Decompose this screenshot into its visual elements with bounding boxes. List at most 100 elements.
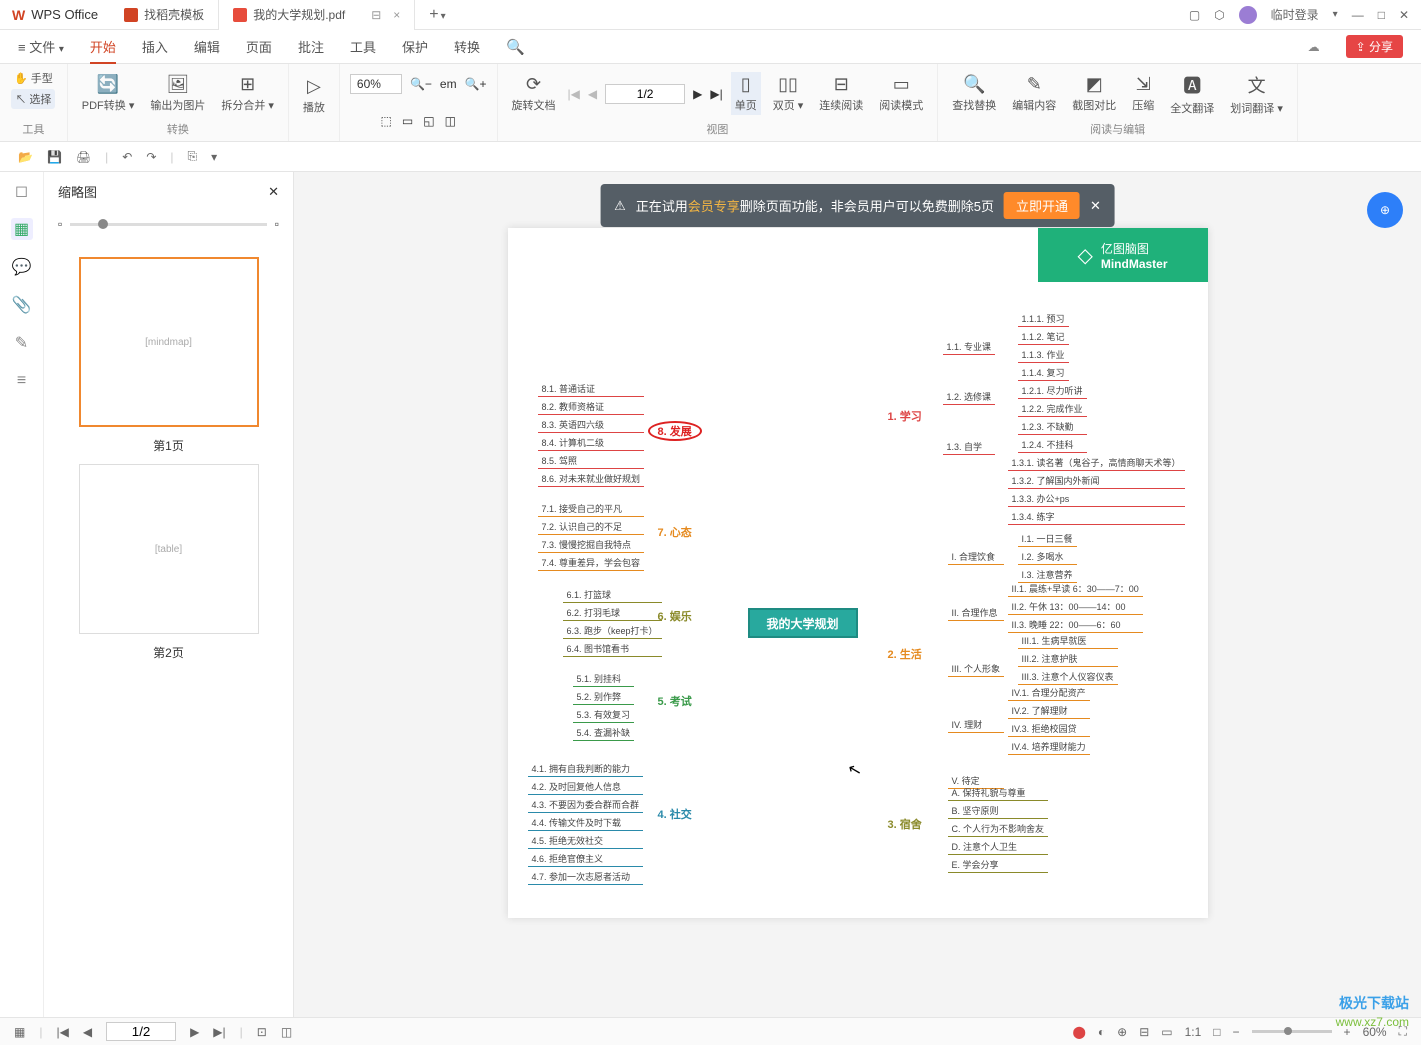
sb-tool4-icon[interactable]: ▭	[1161, 1025, 1172, 1039]
cloud-icon[interactable]: ☁	[1308, 40, 1320, 54]
next-page-icon[interactable]: ▶	[693, 87, 702, 101]
view4-icon[interactable]: ◫	[445, 114, 456, 128]
page-view: ◇ 亿图脑图MindMaster 我的大学规划 8. 发展 8.1. 普通话证 …	[508, 228, 1208, 918]
fit-page-icon[interactable]: ▭	[402, 114, 413, 128]
menu-tools[interactable]: 工具	[350, 37, 376, 56]
comments-icon[interactable]: 💬	[11, 256, 33, 278]
rotate-doc[interactable]: ⟳旋转文档	[508, 72, 560, 115]
pdf-convert[interactable]: 🔄PDF转换 ▾	[78, 72, 139, 115]
save-icon[interactable]: 💾	[47, 150, 62, 164]
print-icon[interactable]: 🖨	[76, 150, 91, 164]
open-icon[interactable]: 📂	[18, 150, 33, 164]
tab-menu-icon[interactable]: ⊟	[371, 8, 381, 22]
sb-tool2-icon[interactable]: ⊕	[1117, 1025, 1127, 1039]
sb-prev-icon[interactable]: ◀	[83, 1025, 92, 1039]
thumbnail-page-1[interactable]: [mindmap]	[79, 257, 259, 427]
close-panel-icon[interactable]: ✕	[268, 184, 279, 200]
b1s1-items: 1.2.1. 尽力听讲 1.2.2. 完成作业 1.2.3. 不缺勤 1.2.4…	[1018, 382, 1087, 454]
tab-document[interactable]: 我的大学规划.pdf⊟×	[219, 0, 415, 30]
split-merge[interactable]: ⊞拆分合并 ▾	[217, 72, 278, 115]
ribbon: ✋ 手型 ↖ 选择 工具 🔄PDF转换 ▾ 🖼输出为图片 ⊞拆分合并 ▾ 转换 …	[0, 64, 1421, 142]
attachments-icon[interactable]: 📎	[11, 294, 33, 316]
sb-next-icon[interactable]: ▶	[190, 1025, 199, 1039]
sb-tool6-icon[interactable]: □	[1213, 1025, 1220, 1039]
minimize-icon[interactable]: —	[1352, 8, 1364, 22]
floating-action-button[interactable]: ⊕	[1367, 192, 1403, 228]
apps-icon[interactable]: ⬡	[1214, 8, 1224, 22]
b2s0-items: I.1. 一日三餐 I.2. 多喝水 I.3. 注意营养	[1018, 530, 1077, 584]
sb-page-input[interactable]	[106, 1022, 176, 1041]
select-tool[interactable]: ↖ 选择	[11, 89, 55, 109]
canvas[interactable]: ⚠ 正在试用会员专享删除页面功能，非会员用户可以免费删除5页 立即开通 ✕ ⊕ …	[294, 172, 1421, 1017]
hand-tool[interactable]: ✋ 手型	[10, 68, 57, 88]
upgrade-button[interactable]: 立即开通	[1004, 192, 1080, 219]
branch-5: 5. 考试	[658, 693, 692, 709]
sb-mode-icon[interactable]: ◫	[281, 1025, 292, 1039]
sb-tool3-icon[interactable]: ⊟	[1139, 1025, 1149, 1039]
thumbnails-icon[interactable]: ▦	[11, 218, 33, 240]
menu-protect[interactable]: 保护	[402, 37, 428, 56]
new-tab-button[interactable]: +▾	[415, 6, 459, 24]
zoom-in-icon[interactable]: 🔍+	[465, 77, 487, 91]
sb-fit-icon[interactable]: ⊡	[257, 1025, 267, 1039]
menu-start[interactable]: 开始	[90, 37, 116, 64]
menu-page[interactable]: 页面	[246, 37, 272, 56]
undo-icon[interactable]: ↶	[122, 150, 132, 164]
maximize-icon[interactable]: □	[1378, 8, 1385, 22]
full-translate[interactable]: 🅰全文翻译	[1166, 70, 1218, 118]
close-tab-icon[interactable]: ×	[393, 8, 400, 22]
last-page-icon[interactable]: ▶|	[710, 87, 722, 101]
avatar[interactable]	[1239, 6, 1257, 24]
close-banner-icon[interactable]: ✕	[1090, 198, 1101, 214]
sb-zoom-slider[interactable]	[1252, 1030, 1332, 1033]
login-label[interactable]: 临时登录	[1271, 6, 1319, 23]
find-replace[interactable]: 🔍查找替换	[948, 72, 1000, 115]
sb-thumbs-icon[interactable]: ▦	[14, 1025, 25, 1039]
menu-annotate[interactable]: 批注	[298, 37, 324, 56]
compress[interactable]: ⇲压缩	[1128, 72, 1158, 115]
menu-edit[interactable]: 编辑	[194, 37, 220, 56]
tab-templates[interactable]: 找稻壳模板	[110, 0, 219, 30]
sb-tool1-icon[interactable]: ◐	[1098, 1025, 1105, 1039]
edit-content[interactable]: ✎编辑内容	[1008, 72, 1060, 115]
actual-icon[interactable]: ◱	[423, 114, 434, 128]
sign-icon[interactable]: ✎	[11, 332, 33, 354]
continuous-read[interactable]: ⊟连续阅读	[815, 72, 867, 115]
play-button[interactable]: ▷播放	[299, 74, 329, 117]
zoom-select[interactable]: 60%	[350, 74, 402, 94]
thumbnail-panel: 缩略图 ✕ ▫ ▫ [mindmap] 第1页 [table] 第2页	[44, 172, 294, 1017]
thumb-size-slider[interactable]: ▫ ▫	[44, 211, 293, 237]
fit-width-icon[interactable]: ⬚	[381, 114, 392, 128]
cube-icon[interactable]: ▢	[1189, 8, 1200, 22]
more-icon[interactable]: ▾	[211, 150, 217, 164]
redo-icon[interactable]: ↷	[146, 150, 156, 164]
thumbnail-page-2[interactable]: [table]	[79, 464, 259, 634]
sb-first-icon[interactable]: |◀	[56, 1025, 68, 1039]
screenshot-compare[interactable]: ◩截图对比	[1068, 72, 1120, 115]
menu-insert[interactable]: 插入	[142, 37, 168, 56]
file-menu[interactable]: ≡ 文件 ▾	[18, 37, 64, 56]
prev-page-icon[interactable]: ◀	[588, 87, 597, 101]
sb-zoomout-icon[interactable]: −	[1233, 1025, 1240, 1039]
double-page[interactable]: ▯▯双页 ▾	[769, 72, 808, 115]
share-button[interactable]: ⇪ 分享	[1346, 35, 1403, 58]
single-page[interactable]: ▯单页	[731, 72, 761, 115]
read-mode[interactable]: ▭阅读模式	[875, 72, 927, 115]
sb-tool5-icon[interactable]: 1:1	[1185, 1025, 1202, 1039]
close-icon[interactable]: ✕	[1399, 8, 1409, 22]
bookmark-icon[interactable]: ◻	[11, 180, 33, 202]
first-page-icon[interactable]: |◀	[568, 87, 580, 101]
search-icon[interactable]: 🔍	[506, 38, 525, 56]
sb-last-icon[interactable]: ▶|	[213, 1025, 225, 1039]
layers-icon[interactable]: ≡	[11, 370, 33, 392]
zoom-out-icon[interactable]: 🔍−	[410, 77, 432, 91]
menu-convert[interactable]: 转换	[454, 37, 480, 56]
export-image[interactable]: 🖼输出为图片	[146, 72, 209, 115]
branch-5-items: 5.1. 别挂科 5.2. 别作弊 5.3. 有效复习 5.4. 查漏补缺	[573, 670, 635, 742]
sb-rec-icon[interactable]: ⬤	[1072, 1025, 1085, 1039]
page-input[interactable]	[605, 84, 685, 104]
word-translate[interactable]: 文划词翻译 ▾	[1226, 70, 1287, 118]
branch-1: 1. 学习	[888, 408, 922, 424]
copy-icon[interactable]: ⎘	[188, 149, 198, 164]
branch-4-items: 4.1. 拥有自我判断的能力 4.2. 及时回复他人信息 4.3. 不要因为委合…	[528, 760, 644, 886]
